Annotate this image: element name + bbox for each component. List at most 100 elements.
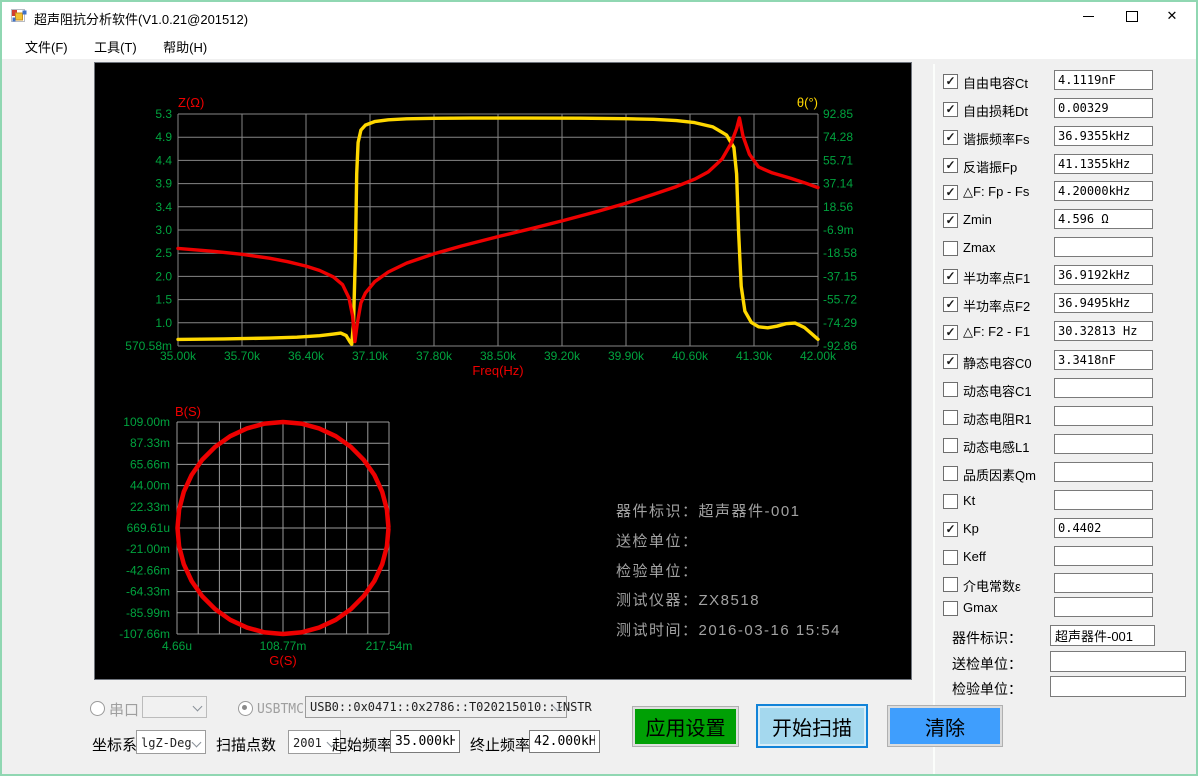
apply-settings-button[interactable]: 应用设置 xyxy=(632,706,739,747)
param-checkbox[interactable] xyxy=(943,438,958,453)
param-checkbox[interactable] xyxy=(943,297,958,312)
svg-text:37.80k: 37.80k xyxy=(416,349,453,363)
close-button[interactable] xyxy=(1152,2,1192,30)
param-checkbox[interactable] xyxy=(943,325,958,340)
param-checkbox[interactable] xyxy=(943,466,958,481)
param-value-field[interactable] xyxy=(1054,434,1153,454)
menu-tools[interactable]: 工具(T) xyxy=(83,30,148,59)
start-scan-button[interactable]: 开始扫描 xyxy=(756,704,868,748)
param-value-field[interactable] xyxy=(1054,209,1153,229)
info-test-time: 测试时间：2016-03-16 15:54 xyxy=(616,619,841,640)
param-value-field[interactable] xyxy=(1054,518,1153,538)
app-icon xyxy=(11,8,27,24)
sender-field[interactable] xyxy=(1050,651,1186,672)
clear-button[interactable]: 清除 xyxy=(887,705,1003,747)
param-row-5: △F: Fp - Fs xyxy=(943,180,1195,204)
serial-port-combo[interactable] xyxy=(142,696,207,718)
param-checkbox[interactable] xyxy=(943,130,958,145)
svg-text:1.5: 1.5 xyxy=(155,293,172,307)
svg-text:-18.58: -18.58 xyxy=(823,246,857,260)
svg-text:-64.33m: -64.33m xyxy=(126,585,170,599)
menu-file[interactable]: 文件(F) xyxy=(14,30,79,59)
charts-svg: 5.34.94.43.93.43.02.52.01.51.0570.58m92.… xyxy=(95,63,911,679)
param-label: 品质因素Qm xyxy=(963,465,1036,484)
param-checkbox[interactable] xyxy=(943,185,958,200)
svg-text:669.61u: 669.61u xyxy=(127,521,170,535)
param-checkbox[interactable] xyxy=(943,269,958,284)
param-value-field[interactable] xyxy=(1054,406,1153,426)
param-value-field[interactable] xyxy=(1054,293,1153,313)
param-label: Gmax xyxy=(963,600,998,615)
param-checkbox[interactable] xyxy=(943,522,958,537)
start-freq-input[interactable] xyxy=(390,730,460,753)
svg-text:87.33m: 87.33m xyxy=(130,436,170,450)
param-value-field[interactable] xyxy=(1054,490,1153,510)
svg-text:3.0: 3.0 xyxy=(155,223,172,237)
param-value-field[interactable] xyxy=(1054,126,1153,146)
minimize-button[interactable] xyxy=(1068,2,1108,30)
param-checkbox[interactable] xyxy=(943,410,958,425)
param-value-field[interactable] xyxy=(1054,597,1153,617)
param-checkbox[interactable] xyxy=(943,241,958,256)
menu-help[interactable]: 帮助(H) xyxy=(152,30,218,59)
plot-panel: 5.34.94.43.93.43.02.52.01.51.0570.58m92.… xyxy=(94,62,912,680)
svg-text:44.00m: 44.00m xyxy=(130,479,170,493)
coord-system-label: 坐标系 xyxy=(92,734,137,755)
scan-points-value: 2001 xyxy=(293,736,322,750)
param-checkbox[interactable] xyxy=(943,102,958,117)
svg-text:22.33m: 22.33m xyxy=(130,500,170,514)
svg-text:35.70k: 35.70k xyxy=(224,349,261,363)
svg-text:5.3: 5.3 xyxy=(155,107,172,121)
maximize-button[interactable] xyxy=(1112,2,1152,30)
param-checkbox[interactable] xyxy=(943,382,958,397)
param-value-field[interactable] xyxy=(1054,70,1153,90)
chevron-down-icon xyxy=(193,739,200,746)
param-value-field[interactable] xyxy=(1054,98,1153,118)
param-checkbox[interactable] xyxy=(943,494,958,509)
device-id-label: 器件标识： xyxy=(938,628,1022,648)
param-value-field[interactable] xyxy=(1054,573,1153,593)
param-label: Zmax xyxy=(963,240,996,255)
param-value-field[interactable] xyxy=(1054,378,1153,398)
coord-system-combo[interactable]: lgZ-Deg xyxy=(136,730,206,754)
menu-bar: 文件(F) 工具(T) 帮助(H) xyxy=(2,30,1196,59)
checker-field[interactable] xyxy=(1050,676,1186,697)
param-checkbox[interactable] xyxy=(943,550,958,565)
param-label: 半功率点F2 xyxy=(963,296,1030,315)
param-checkbox[interactable] xyxy=(943,354,958,369)
param-label: △F: F2 - F1 xyxy=(963,324,1030,340)
param-value-field[interactable] xyxy=(1054,462,1153,482)
minimize-icon xyxy=(1083,16,1094,17)
stop-freq-input[interactable] xyxy=(529,730,600,753)
param-checkbox[interactable] xyxy=(943,74,958,89)
panel-separator xyxy=(933,64,935,774)
param-label: 半功率点F1 xyxy=(963,268,1030,287)
serial-radio[interactable] xyxy=(90,701,105,716)
svg-text:-37.15: -37.15 xyxy=(823,269,857,283)
app-window: 超声阻抗分析软件(V1.0.21@201512) 文件(F) 工具(T) 帮助(… xyxy=(0,0,1198,776)
param-label: 动态电容C1 xyxy=(963,381,1032,400)
param-value-field[interactable] xyxy=(1054,321,1153,341)
param-checkbox[interactable] xyxy=(943,601,958,616)
param-value-field[interactable] xyxy=(1054,237,1153,257)
param-label: Keff xyxy=(963,549,986,564)
svg-text:-55.72: -55.72 xyxy=(823,293,857,307)
param-value-field[interactable] xyxy=(1054,154,1153,174)
device-id-field[interactable] xyxy=(1050,625,1155,646)
param-checkbox[interactable] xyxy=(943,158,958,173)
param-value-field[interactable] xyxy=(1054,181,1153,201)
param-value-field[interactable] xyxy=(1054,546,1153,566)
svg-text:1.0: 1.0 xyxy=(155,316,172,330)
chevron-down-icon xyxy=(194,703,201,710)
svg-text:-74.29: -74.29 xyxy=(823,316,857,330)
param-value-field[interactable] xyxy=(1054,265,1153,285)
svg-text:42.00k: 42.00k xyxy=(800,349,837,363)
svg-text:36.40k: 36.40k xyxy=(288,349,325,363)
param-row-18: Keff xyxy=(943,545,1195,569)
param-value-field[interactable] xyxy=(1054,350,1153,370)
usbtmc-address-combo[interactable]: USB0::0x0471::0x2786::T020215010::INSTR xyxy=(305,696,567,718)
param-checkbox[interactable] xyxy=(943,577,958,592)
usbtmc-radio[interactable] xyxy=(238,701,253,716)
param-checkbox[interactable] xyxy=(943,213,958,228)
param-row-16: Kt xyxy=(943,489,1195,513)
